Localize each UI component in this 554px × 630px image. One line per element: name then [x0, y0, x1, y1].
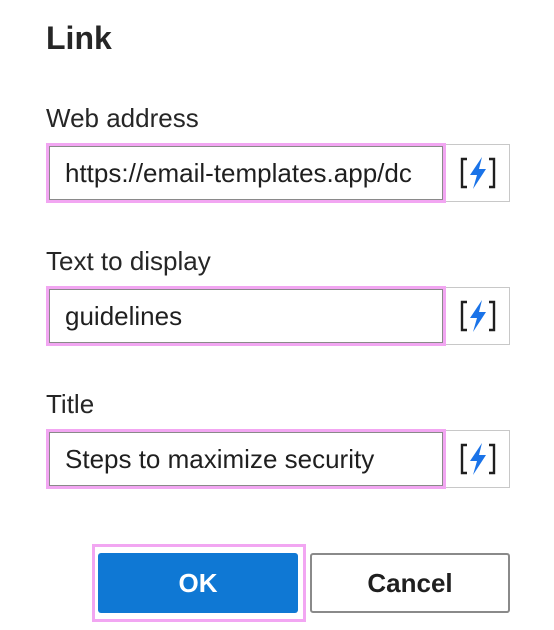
- text-to-display-input[interactable]: [46, 286, 446, 346]
- lightning-bracket-icon: [459, 440, 497, 478]
- lightning-bracket-icon: [459, 297, 497, 335]
- web-address-dynamic-content-button[interactable]: [446, 144, 510, 202]
- title-input[interactable]: [46, 429, 446, 489]
- web-address-row: [46, 143, 510, 203]
- lightning-bracket-icon: [459, 154, 497, 192]
- title-label: Title: [46, 389, 95, 419]
- title-row: [46, 429, 510, 489]
- text-to-display-label: Text to display: [46, 246, 211, 276]
- text-to-display-dynamic-content-button[interactable]: [446, 287, 510, 345]
- ok-button[interactable]: OK: [98, 553, 298, 613]
- title-dynamic-content-button[interactable]: [446, 430, 510, 488]
- dialog-title: Link: [46, 20, 112, 56]
- web-address-input[interactable]: [46, 143, 446, 203]
- text-to-display-row: [46, 286, 510, 346]
- web-address-label: Web address: [46, 103, 199, 133]
- cancel-button[interactable]: Cancel: [310, 553, 510, 613]
